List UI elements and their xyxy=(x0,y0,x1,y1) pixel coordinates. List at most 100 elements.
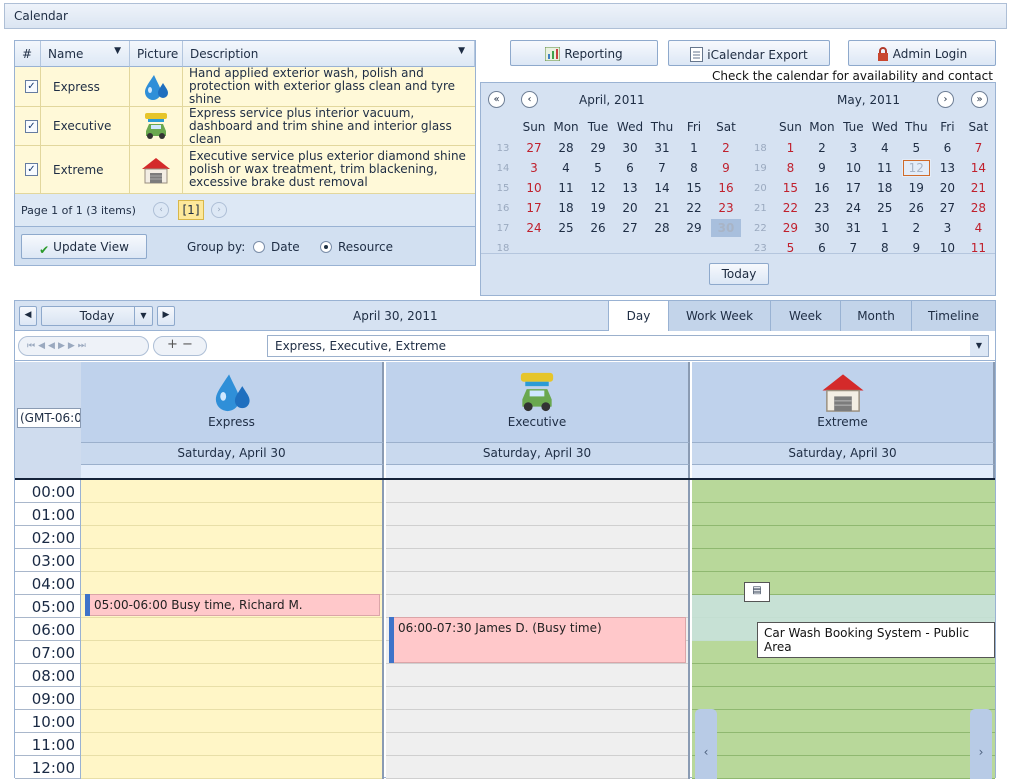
time-slot[interactable] xyxy=(386,664,688,687)
all-day-slot[interactable] xyxy=(81,464,384,478)
appointment-busy-richard[interactable]: 05:00-06:00 Busy time, Richard M. xyxy=(85,594,380,616)
day-cell[interactable]: 16 xyxy=(807,179,837,197)
filter-icon[interactable]: ▼ xyxy=(458,46,465,56)
icalendar-export-button[interactable]: iCalendar Export xyxy=(668,40,830,66)
day-cell[interactable]: 14 xyxy=(647,179,677,197)
table-row[interactable]: ✓ Executive Express service plus interio… xyxy=(15,106,475,146)
day-cell[interactable]: 22 xyxy=(776,199,805,217)
day-cell[interactable] xyxy=(583,239,613,257)
tab-week[interactable]: Week xyxy=(770,301,840,331)
day-cell[interactable]: 25 xyxy=(870,199,900,217)
day-cell[interactable]: 24 xyxy=(519,219,549,237)
day-cell[interactable]: 3 xyxy=(839,139,868,157)
day-cell[interactable]: 29 xyxy=(583,139,613,157)
reporting-button[interactable]: Reporting xyxy=(510,40,658,66)
day-cell[interactable]: 2 xyxy=(902,219,931,237)
time-slot[interactable] xyxy=(386,549,688,572)
filter-icon[interactable]: ▼ xyxy=(114,46,121,56)
day-cell[interactable]: 28 xyxy=(551,139,581,157)
day-cell[interactable]: 28 xyxy=(647,219,677,237)
day-cell[interactable]: 27 xyxy=(933,199,962,217)
col-description-header[interactable]: Description ▼ xyxy=(183,41,475,67)
day-cell[interactable] xyxy=(551,239,581,257)
day-cell[interactable]: 21 xyxy=(647,199,677,217)
time-slot[interactable] xyxy=(386,572,688,595)
day-cell[interactable]: 20 xyxy=(615,199,645,217)
day-cell[interactable] xyxy=(519,239,549,257)
day-cell[interactable]: 11 xyxy=(964,239,993,257)
day-cell[interactable]: 13 xyxy=(933,159,962,177)
day-cell[interactable] xyxy=(679,239,709,257)
table-row[interactable]: ✓ Extreme Executive service plus exterio… xyxy=(15,146,475,194)
time-slot[interactable] xyxy=(386,756,688,779)
day-cell[interactable]: 31 xyxy=(839,219,868,237)
time-slot[interactable] xyxy=(692,687,995,710)
day-cell[interactable]: 15 xyxy=(679,179,709,197)
groupby-resource-radio[interactable] xyxy=(320,241,332,253)
day-cell[interactable]: 10 xyxy=(519,179,549,197)
pager-next-icon[interactable]: › xyxy=(211,202,227,218)
day-cell[interactable]: 9 xyxy=(711,159,741,177)
next-day-icon[interactable]: ▶ xyxy=(157,306,175,326)
navigation-arrows[interactable]: ⏮◀◀▶▶⏭ xyxy=(18,336,149,356)
day-cell[interactable]: 19 xyxy=(902,179,931,197)
day-cell[interactable]: 27 xyxy=(519,139,549,157)
day-cell[interactable]: 3 xyxy=(519,159,549,177)
day-cell[interactable]: 12 xyxy=(901,159,931,177)
day-cell[interactable]: 26 xyxy=(583,219,613,237)
day-cell[interactable]: 5 xyxy=(776,239,805,257)
all-day-slot[interactable] xyxy=(386,464,690,478)
time-slot[interactable] xyxy=(386,526,688,549)
day-cell[interactable]: 28 xyxy=(964,199,993,217)
fast-next-icon[interactable]: » xyxy=(971,91,988,108)
time-slot[interactable] xyxy=(81,480,382,503)
day-cell[interactable]: 30 xyxy=(711,219,741,237)
time-slot[interactable] xyxy=(81,756,382,779)
zoom-buttons[interactable]: + − xyxy=(153,336,207,356)
day-cell[interactable]: 13 xyxy=(615,179,645,197)
next-month-icon[interactable]: › xyxy=(937,91,954,108)
day-cell[interactable]: 7 xyxy=(839,239,868,257)
time-slot[interactable] xyxy=(81,733,382,756)
tab-timeline[interactable]: Timeline xyxy=(911,301,995,331)
day-cell[interactable]: 18 xyxy=(870,179,900,197)
day-cell[interactable]: 8 xyxy=(679,159,709,177)
update-view-button[interactable]: ✔ Update View xyxy=(21,234,147,259)
day-cell[interactable]: 19 xyxy=(583,199,613,217)
row-checkbox[interactable]: ✓ xyxy=(25,163,38,176)
prev-month-icon[interactable]: ‹ xyxy=(521,91,538,108)
day-cell[interactable]: 26 xyxy=(902,199,931,217)
time-slot[interactable] xyxy=(81,503,382,526)
time-slot[interactable] xyxy=(386,503,688,526)
chevron-down-icon[interactable]: ▼ xyxy=(970,336,988,356)
scroll-left-icon[interactable]: ‹ xyxy=(695,709,717,779)
day-cell[interactable]: 5 xyxy=(583,159,613,177)
day-cell[interactable]: 9 xyxy=(902,239,931,257)
time-slot[interactable] xyxy=(692,756,995,779)
row-checkbox[interactable]: ✓ xyxy=(25,80,38,93)
tab-month[interactable]: Month xyxy=(840,301,911,331)
time-slot[interactable] xyxy=(386,687,688,710)
day-cell[interactable]: 11 xyxy=(551,179,581,197)
time-slot[interactable] xyxy=(386,710,688,733)
pager-prev-icon[interactable]: ‹ xyxy=(153,202,169,218)
day-cell[interactable]: 18 xyxy=(551,199,581,217)
day-cell[interactable]: 22 xyxy=(679,199,709,217)
day-cell[interactable] xyxy=(647,239,677,257)
day-cell[interactable]: 30 xyxy=(615,139,645,157)
appointment-busy-james[interactable]: 06:00-07:30 James D. (Busy time) xyxy=(389,617,686,663)
day-cell[interactable]: 27 xyxy=(615,219,645,237)
day-cell[interactable]: 12 xyxy=(583,179,613,197)
chevron-down-icon[interactable]: ▼ xyxy=(134,307,152,325)
day-cell[interactable]: 16 xyxy=(711,179,741,197)
table-row[interactable]: ✓ Express Hand applied exterior wash, po… xyxy=(15,67,475,107)
day-cell[interactable]: 23 xyxy=(807,199,837,217)
time-slot[interactable] xyxy=(81,549,382,572)
time-slot[interactable] xyxy=(81,687,382,710)
time-slot[interactable] xyxy=(81,572,382,595)
day-cell[interactable]: 21 xyxy=(964,179,993,197)
day-cell[interactable]: 7 xyxy=(964,139,993,157)
tab-day[interactable]: Day xyxy=(608,301,668,331)
time-slot[interactable] xyxy=(692,733,995,756)
day-cell[interactable] xyxy=(711,239,741,257)
